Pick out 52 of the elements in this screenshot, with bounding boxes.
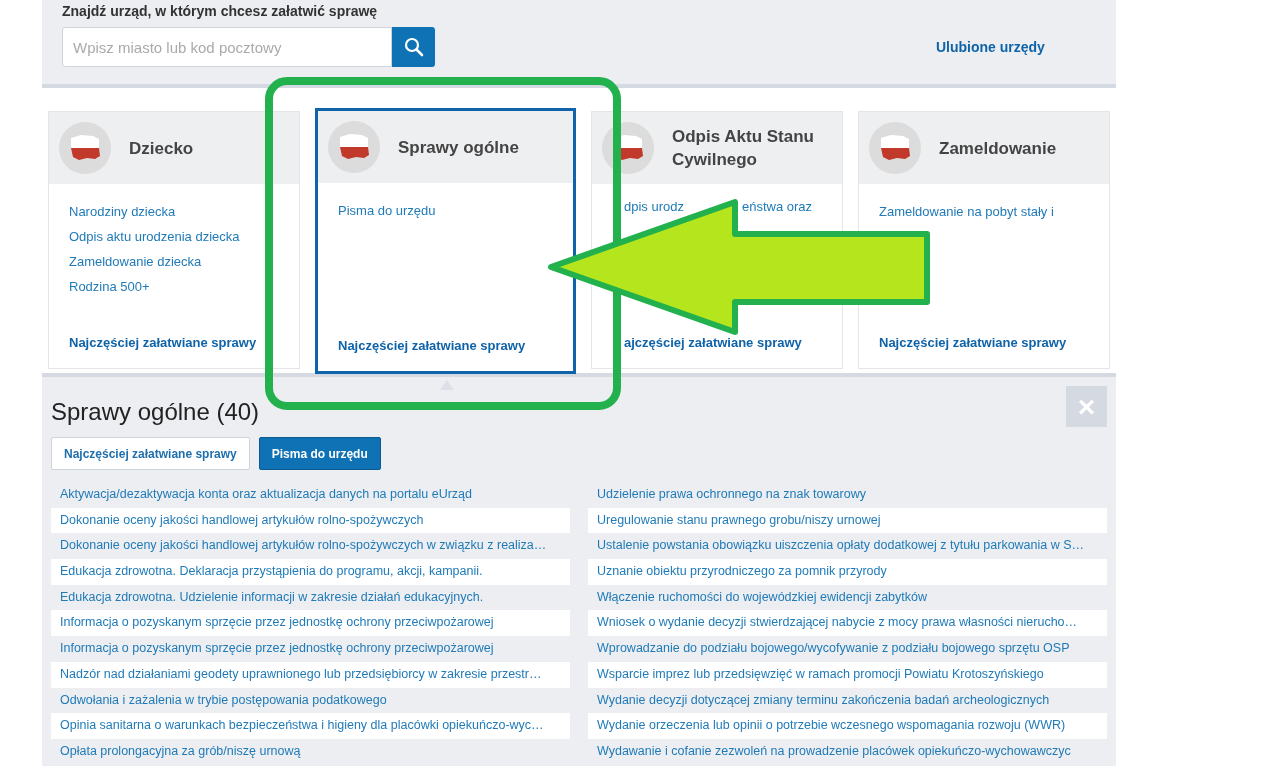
category-link[interactable]: dpis urodz	[624, 199, 684, 215]
frequent-cases-link[interactable]: Najczęściej załatwiane sprawy	[879, 335, 1089, 350]
poland-map-icon	[869, 122, 921, 174]
case-link[interactable]: Wprowadzanie do podziału bojowego/wycofywanie z podziału bojowego sprzętu OSP	[588, 636, 1107, 662]
case-link[interactable]: Informacja o pozyskanym sprzęcie przez jednostkę ochrony przeciwpożarowej	[51, 610, 570, 637]
case-link[interactable]: Informacja o pozyskanym sprzęcie przez jednostkę ochrony przeciwpożarowej	[51, 636, 570, 662]
category-title: Sprawy ogólne	[398, 136, 519, 159]
frequent-cases-link[interactable]: Najczęściej załatwiane sprawy	[69, 335, 279, 350]
category-link[interactable]: Narodziny dziecka	[69, 204, 279, 220]
category-card[interactable]: Dziecko Narodziny dziecka Odpis aktu urodzenia dziecka Zameldowanie dziecka Rodzina 500+ Najczęściej załatwiane sprawy	[48, 111, 300, 369]
case-link[interactable]: Wsparcie imprez lub przedsięwzięć w ramach promocji Powiatu Krotoszyńskiego	[588, 661, 1107, 688]
search-button[interactable]	[392, 27, 435, 67]
case-link[interactable]: Edukacja zdrowotna. Deklaracja przystąpienia do programu, akcji, kampanii.	[51, 559, 570, 585]
category-link[interactable]: Rodzina 500+	[69, 279, 279, 295]
panel-title: Sprawy ogólne (40)	[51, 398, 260, 426]
category-link[interactable]: Pisma do urzędu	[338, 203, 553, 219]
case-link[interactable]: Ustalenie powstania obowiązku uiszczenia opłaty dodatkowej z tytułu parkowania w S…	[588, 533, 1107, 560]
case-link[interactable]: Udzielenie prawa ochronnego na znak towarowy	[588, 482, 1107, 508]
case-link[interactable]: Opinia sanitarna o warunkach bezpieczeństwa i higieny dla placówki opiekuńczo-wyc…	[51, 713, 570, 739]
case-link[interactable]: Uznanie obiektu przyrodniczego za pomnik przyrody	[588, 559, 1107, 585]
case-link[interactable]: Włączenie ruchomości do wojewódzkiej ewidencji zabytków	[588, 584, 1107, 611]
poland-map-icon	[602, 122, 654, 174]
tab[interactable]: Najczęściej załatwiane sprawy	[51, 437, 250, 470]
search-field[interactable]: Wpisz miasto lub kod pocztowy	[62, 27, 392, 67]
poland-map-icon	[328, 121, 380, 173]
case-link[interactable]: Uregulowanie stanu prawnego grobu/niszy urnowej	[588, 507, 1107, 534]
case-link[interactable]: Wydanie orzeczenia lub opinii o potrzebie wczesnego wspomagania rozwoju (WWR)	[588, 713, 1107, 739]
case-link[interactable]: Odwołania i zażalenia w trybie postępowania podatkowego	[51, 687, 570, 714]
category-title: Dziecko	[129, 137, 194, 160]
case-link[interactable]: Dokonanie oceny jakości handlowej artykułów rolno-spożywczych	[51, 507, 570, 534]
category-link[interactable]: Zameldowanie na pobyt stały i	[879, 204, 1089, 220]
case-link[interactable]: Edukacja zdrowotna. Udzielenie informacji w zakresie działań edukacyjnych.	[51, 584, 570, 611]
category-title: Odpis Aktu Stanu Cywilnego	[672, 126, 815, 171]
favorites-link[interactable]: Ulubione urzędy	[936, 39, 1045, 55]
category-card[interactable]: Zameldowanie Zameldowanie na pobyt stały i Najczęściej załatwiane sprawy	[858, 111, 1110, 369]
poland-map-icon	[59, 122, 111, 174]
search-heading: Znajdź urząd, w którym chcesz załatwić sprawę	[62, 2, 378, 20]
case-link[interactable]: Wydawanie i cofanie zezwoleń na prowadzenie placówek opiekuńczo-wychowawczyc	[588, 738, 1107, 765]
case-link[interactable]: Aktywacja/dezaktywacja konta oraz aktualizacja danych na portalu eUrząd	[51, 482, 570, 508]
category-title: Zameldowanie	[939, 137, 1057, 160]
frequent-cases-link[interactable]: Najczęściej załatwiane sprawy	[338, 338, 553, 353]
case-link[interactable]: Wydanie decyzji dotyczącej zmiany terminu zakończenia badań archeologicznych	[588, 687, 1107, 714]
frequent-cases-link[interactable]: ajczęściej załatwiane sprawy	[624, 335, 822, 350]
case-link[interactable]: Nadzór nad działaniami geodety uprawnionego lub przedsiębiorcy w zakresie przestr…	[51, 661, 570, 688]
search-icon	[403, 37, 424, 57]
category-link[interactable]: Odpis aktu urodzenia dziecka	[69, 229, 279, 245]
case-link[interactable]: Wniosek o wydanie decyzji stwierdzającej nabycie z mocy prawa własności nierucho…	[588, 610, 1107, 637]
category-link[interactable]: Zameldowanie dziecka	[69, 254, 279, 270]
tab[interactable]: Pisma do urzędu	[258, 437, 381, 470]
category-link[interactable]: eństwa oraz	[742, 199, 813, 215]
case-link[interactable]: Opłata prolongacyjna za grób/niszę urnową	[51, 738, 570, 765]
case-link[interactable]: Dokonanie oceny jakości handlowej artykułów rolno-spożywczych w związku z realiza…	[51, 533, 570, 560]
